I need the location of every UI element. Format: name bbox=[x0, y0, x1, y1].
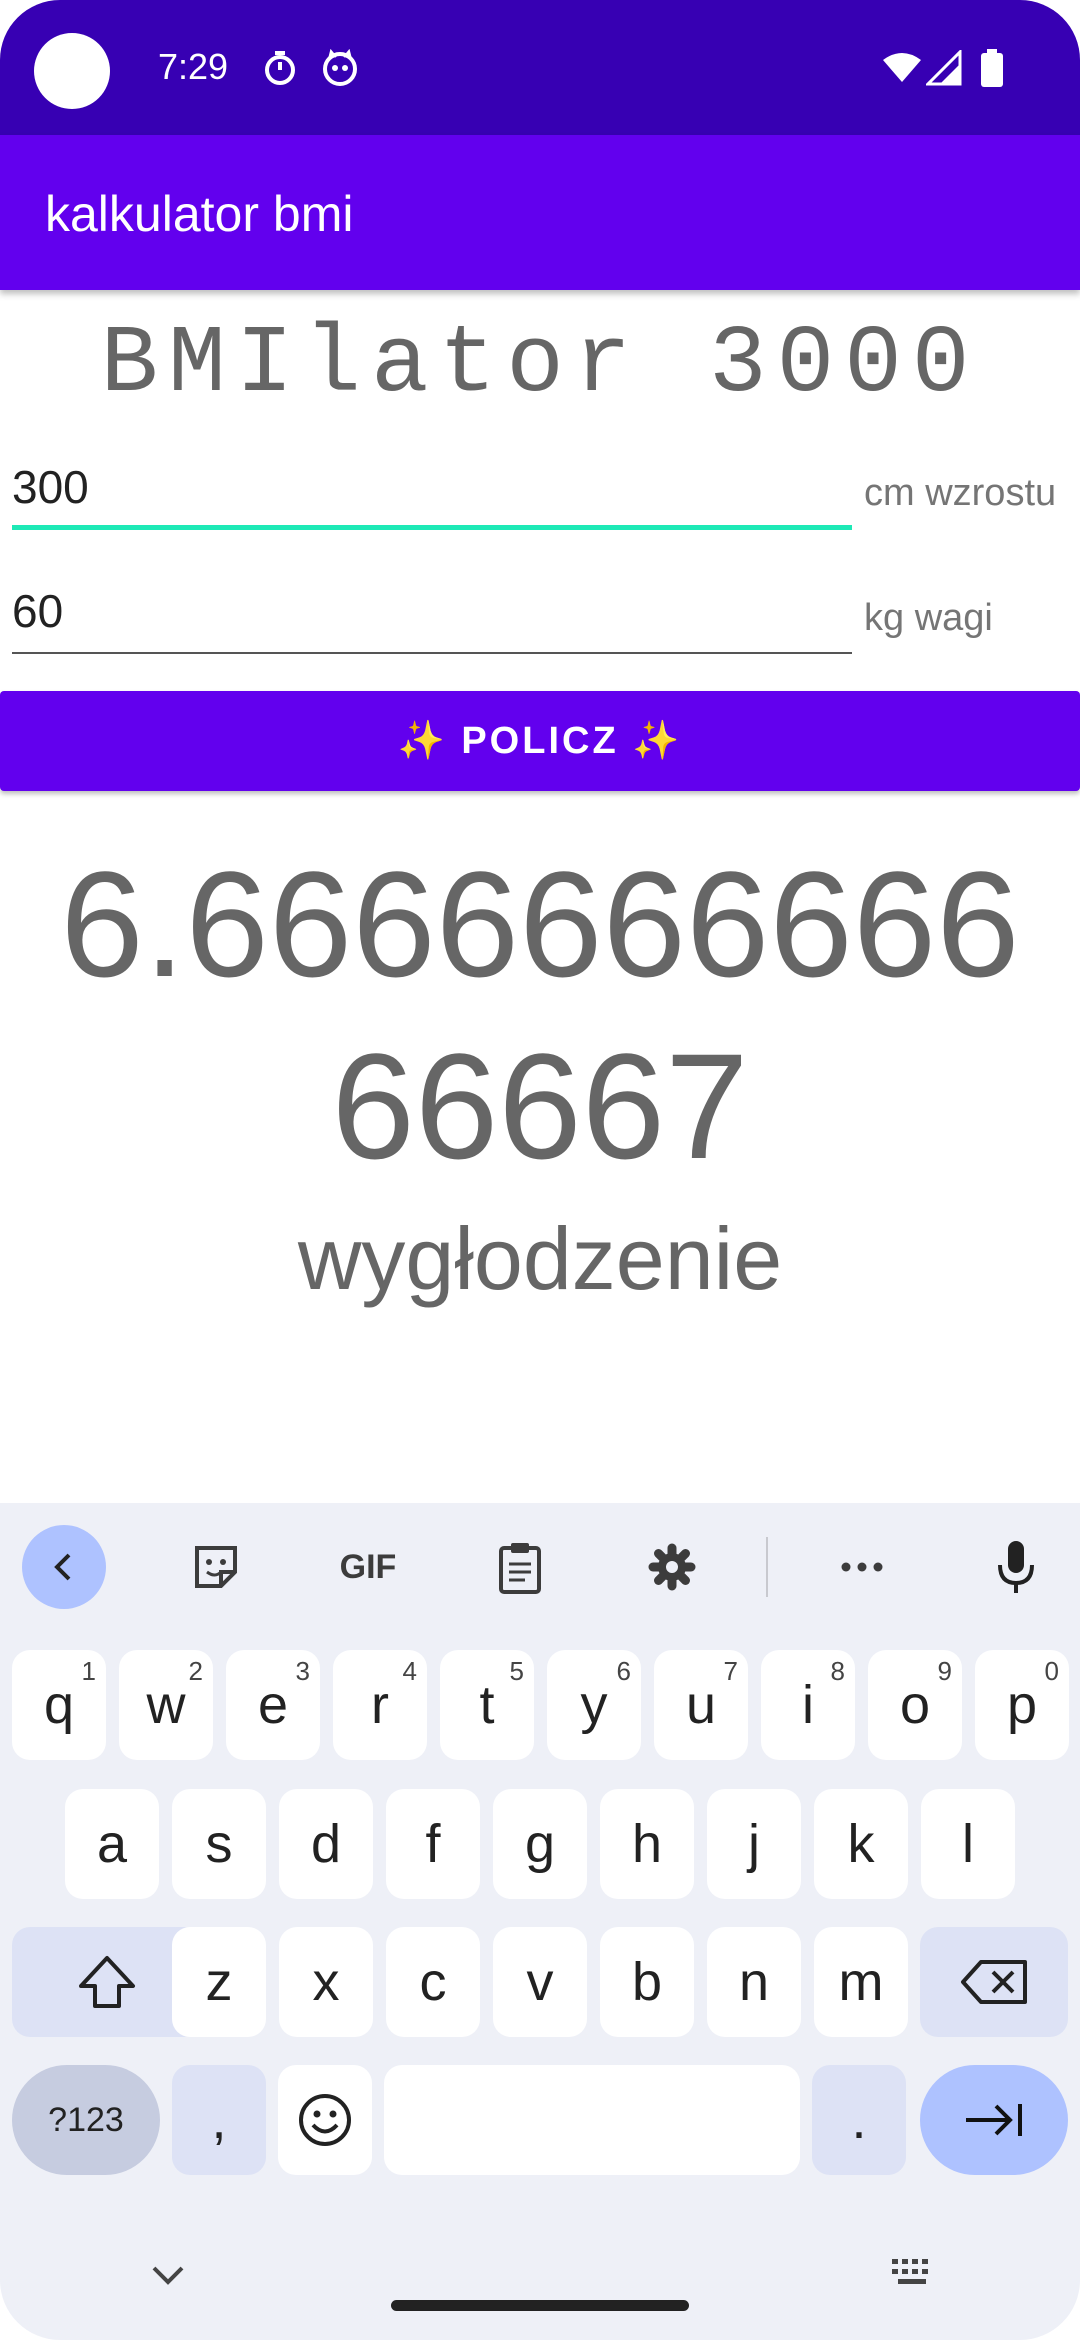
key-hint: 2 bbox=[188, 1656, 203, 1686]
key-y[interactable]: y6 bbox=[547, 1650, 641, 1760]
emoji-key[interactable] bbox=[278, 2065, 372, 2175]
key-v[interactable]: v bbox=[493, 1927, 587, 2037]
key-t[interactable]: t5 bbox=[440, 1650, 534, 1760]
bmi-category: wygłodzenie bbox=[297, 1209, 783, 1308]
soft-keyboard: GIF q1w2e3r4t5y6u7i8o9p0 asdfghjkl zxc v… bbox=[0, 1503, 1080, 2340]
key-g[interactable]: g bbox=[493, 1789, 587, 1899]
battery-icon bbox=[972, 48, 1012, 88]
gear-icon[interactable] bbox=[630, 1525, 714, 1609]
key-hint: 7 bbox=[723, 1656, 738, 1686]
signal-icon bbox=[924, 48, 964, 88]
sticker-icon[interactable] bbox=[174, 1525, 258, 1609]
key-hint: 4 bbox=[402, 1656, 417, 1686]
headline: BMIlator 3000 bbox=[100, 310, 980, 419]
camera-cutout bbox=[34, 33, 110, 109]
comma-key[interactable]: , bbox=[172, 2065, 266, 2175]
space-key[interactable] bbox=[384, 2065, 800, 2175]
key-label: e bbox=[257, 1675, 289, 1735]
key-hint: 6 bbox=[616, 1656, 631, 1686]
backspace-key[interactable] bbox=[920, 1927, 1068, 2037]
key-z[interactable]: z bbox=[172, 1927, 266, 2037]
phone-screen: 7:29 kalkulator bmi BMIlator 3000 300 cm… bbox=[0, 0, 1080, 2340]
weight-input-underline bbox=[12, 652, 852, 654]
key-o[interactable]: o9 bbox=[868, 1650, 962, 1760]
keyboard-switch-icon[interactable] bbox=[890, 2255, 936, 2291]
key-d[interactable]: d bbox=[279, 1789, 373, 1899]
key-hint: 1 bbox=[81, 1656, 96, 1686]
key-p[interactable]: p0 bbox=[975, 1650, 1069, 1760]
key-w[interactable]: w2 bbox=[119, 1650, 213, 1760]
height-unit-label: cm wzrostu bbox=[864, 472, 1057, 514]
app-title: kalkulator bmi bbox=[45, 186, 354, 242]
key-h[interactable]: h bbox=[600, 1789, 694, 1899]
weight-input-value: 60 bbox=[12, 585, 64, 637]
key-r[interactable]: r4 bbox=[333, 1650, 427, 1760]
back-icon[interactable] bbox=[22, 1525, 106, 1609]
key-label: q bbox=[43, 1675, 75, 1735]
key-hint: 0 bbox=[1044, 1656, 1059, 1686]
microphone-icon[interactable] bbox=[974, 1525, 1058, 1609]
key-m[interactable]: m bbox=[814, 1927, 908, 2037]
height-input[interactable]: 300 bbox=[12, 460, 852, 530]
toolbar-divider bbox=[766, 1537, 768, 1597]
cat-face-icon bbox=[320, 48, 360, 88]
height-input-value: 300 bbox=[12, 461, 89, 513]
key-label: u bbox=[685, 1675, 717, 1735]
status-bar: 7:29 bbox=[0, 0, 1080, 135]
gif-icon[interactable]: GIF bbox=[326, 1525, 410, 1609]
key-q[interactable]: q1 bbox=[12, 1650, 106, 1760]
more-icon[interactable] bbox=[820, 1525, 904, 1609]
key-hint: 5 bbox=[509, 1656, 524, 1686]
key-c[interactable]: c bbox=[386, 1927, 480, 2037]
weight-unit-label: kg wagi bbox=[864, 597, 993, 639]
key-s[interactable]: s bbox=[172, 1789, 266, 1899]
key-b[interactable]: b bbox=[600, 1927, 694, 2037]
key-label: t bbox=[479, 1675, 495, 1735]
key-a[interactable]: a bbox=[65, 1789, 159, 1899]
hide-keyboard-icon[interactable] bbox=[148, 2260, 188, 2290]
period-key[interactable]: . bbox=[812, 2065, 906, 2175]
bmi-result-line-2: 66667 bbox=[331, 1022, 749, 1190]
key-u[interactable]: u7 bbox=[654, 1650, 748, 1760]
key-label: r bbox=[371, 1675, 389, 1735]
app-bar: kalkulator bmi bbox=[0, 135, 1080, 290]
keyboard-toolbar: GIF bbox=[0, 1503, 1080, 1628]
weight-input[interactable]: 60 bbox=[12, 584, 852, 654]
key-label: o bbox=[899, 1675, 931, 1735]
clipboard-icon[interactable] bbox=[478, 1525, 562, 1609]
key-hint: 9 bbox=[937, 1656, 952, 1686]
status-time: 7:29 bbox=[158, 46, 229, 87]
wifi-icon bbox=[882, 48, 922, 88]
key-label: y bbox=[580, 1675, 608, 1735]
key-label: w bbox=[146, 1675, 186, 1735]
height-input-underline bbox=[12, 525, 852, 530]
key-n[interactable]: n bbox=[707, 1927, 801, 2037]
key-x[interactable]: x bbox=[279, 1927, 373, 2037]
home-handle[interactable] bbox=[391, 2300, 689, 2311]
enter-key[interactable] bbox=[920, 2065, 1068, 2175]
key-label: p bbox=[1006, 1675, 1038, 1735]
key-hint: 3 bbox=[295, 1656, 310, 1686]
symbols-key[interactable]: ?123 bbox=[12, 2065, 160, 2175]
key-hint: 8 bbox=[830, 1656, 845, 1686]
key-i[interactable]: i8 bbox=[761, 1650, 855, 1760]
key-l[interactable]: l bbox=[921, 1789, 1015, 1899]
key-label: i bbox=[802, 1675, 814, 1735]
key-f[interactable]: f bbox=[386, 1789, 480, 1899]
key-j[interactable]: j bbox=[707, 1789, 801, 1899]
calculate-button[interactable]: ✨ POLICZ ✨ bbox=[0, 691, 1080, 791]
timer-icon bbox=[260, 48, 300, 88]
key-e[interactable]: e3 bbox=[226, 1650, 320, 1760]
bmi-result-line-1: 6.6666666666 bbox=[60, 840, 1020, 1008]
key-k[interactable]: k bbox=[814, 1789, 908, 1899]
